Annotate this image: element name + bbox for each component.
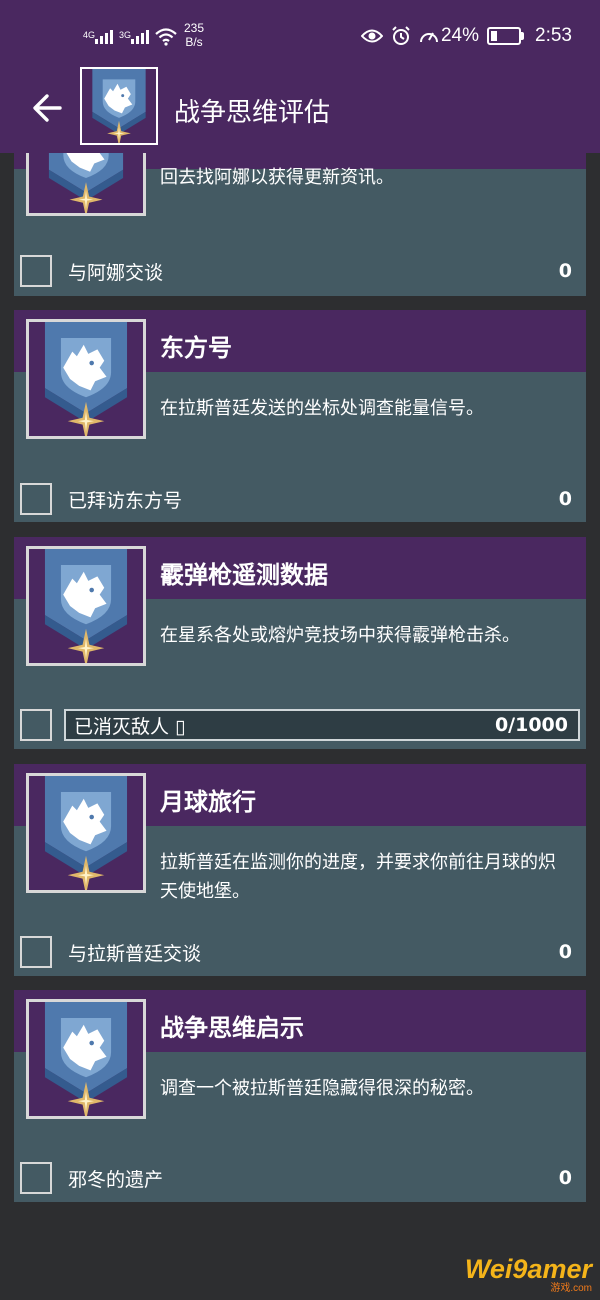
objective-label: 与拉斯普廷交谈 bbox=[68, 942, 202, 965]
signal-bars-2-icon bbox=[131, 28, 149, 44]
back-arrow-icon[interactable] bbox=[30, 90, 66, 126]
signal-label-2: 3G bbox=[119, 30, 132, 40]
battery-percent: 24% bbox=[440, 25, 480, 46]
speedometer-icon bbox=[419, 32, 438, 43]
objective-row: 邪冬的遗产 0 bbox=[20, 1160, 580, 1196]
signal-bars-1-icon bbox=[95, 28, 113, 44]
clock-time: 2:53 bbox=[535, 25, 572, 46]
quest-card[interactable]: 月球旅行 拉斯普廷在监测你的进度，并要求你前往月球的炽天使地堡。 与拉斯普廷交谈… bbox=[14, 764, 586, 976]
objective-progress-bar: 已消灭敌人 ▯ 0/1000 bbox=[64, 709, 580, 741]
objective-row: 与阿娜交谈 0 bbox=[20, 253, 580, 289]
objective-label: 已消灭敌人 ▯ bbox=[74, 715, 186, 738]
objective-checkbox[interactable] bbox=[20, 483, 52, 515]
quest-description: 回去找阿娜以获得更新资讯。 bbox=[160, 167, 394, 188]
wolf-banner-icon bbox=[26, 999, 146, 1119]
objective-checkbox[interactable] bbox=[20, 255, 52, 287]
quest-title: 东方号 bbox=[160, 334, 232, 362]
quest-title: 战争思维启示 bbox=[160, 1014, 304, 1042]
battery-icon bbox=[487, 27, 525, 45]
quest-description: 在拉斯普廷发送的坐标处调查能量信号。 bbox=[160, 398, 484, 419]
objective-checkbox[interactable] bbox=[20, 709, 52, 741]
objective-label: 与阿娜交谈 bbox=[68, 261, 164, 284]
quest-title: 霰弹枪遥测数据 bbox=[160, 561, 328, 589]
quest-card[interactable]: 东方号 在拉斯普廷发送的坐标处调查能量信号。 已拜访东方号 0 bbox=[14, 310, 586, 522]
objective-count: 0 bbox=[558, 488, 572, 510]
alarm-icon bbox=[392, 26, 410, 45]
status-bar: 4G 3G 235 B/s 24% 2:53 bbox=[0, 0, 600, 76]
wolf-banner-icon bbox=[26, 773, 146, 893]
objective-count: 0 bbox=[558, 1167, 572, 1189]
objective-checkbox[interactable] bbox=[20, 1162, 52, 1194]
objective-row: 与拉斯普廷交谈 0 bbox=[20, 934, 580, 970]
page-title: 战争思维评估 bbox=[174, 98, 331, 128]
wolf-banner-icon bbox=[80, 67, 158, 145]
objective-label: 已拜访东方号 bbox=[68, 489, 183, 512]
network-speed: 235 B/s bbox=[184, 21, 205, 49]
objective-count: 0/1000 bbox=[494, 714, 568, 736]
objective-label: 邪冬的遗产 bbox=[68, 1168, 164, 1191]
eye-icon bbox=[360, 29, 383, 43]
quest-description: 拉斯普廷在监测你的进度，并要求你前往月球的炽天使地堡。 bbox=[160, 852, 556, 902]
wifi-icon bbox=[155, 28, 177, 46]
signal-label-1: 4G bbox=[83, 30, 96, 40]
quest-card[interactable]: 战争思维启示 调查一个被拉斯普廷隐藏得很深的秘密。 邪冬的遗产 0 bbox=[14, 990, 586, 1202]
objective-checkbox[interactable] bbox=[20, 936, 52, 968]
wolf-banner-icon bbox=[26, 319, 146, 439]
objective-count: 0 bbox=[558, 260, 572, 282]
quest-title: 月球旅行 bbox=[160, 788, 256, 816]
quest-description: 调查一个被拉斯普廷隐藏得很深的秘密。 bbox=[160, 1078, 484, 1099]
objective-row: 已消灭敌人 ▯ 0/1000 bbox=[20, 707, 580, 743]
objective-count: 0 bbox=[558, 941, 572, 963]
status-right: 24% 2:53 bbox=[360, 25, 572, 47]
watermark-logo: Wei9amer 游戏.com bbox=[464, 1254, 592, 1294]
app-header: 4G 3G 235 B/s 24% 2:53 战争思维评估 bbox=[0, 0, 600, 153]
wolf-banner-icon bbox=[26, 546, 146, 666]
quest-card[interactable]: 霰弹枪遥测数据 在星系各处或熔炉竞技场中获得霰弹枪击杀。 已消灭敌人 ▯ 0/1… bbox=[14, 537, 586, 749]
quest-description: 在星系各处或熔炉竞技场中获得霰弹枪击杀。 bbox=[160, 625, 520, 646]
objective-row: 已拜访东方号 0 bbox=[20, 481, 580, 517]
